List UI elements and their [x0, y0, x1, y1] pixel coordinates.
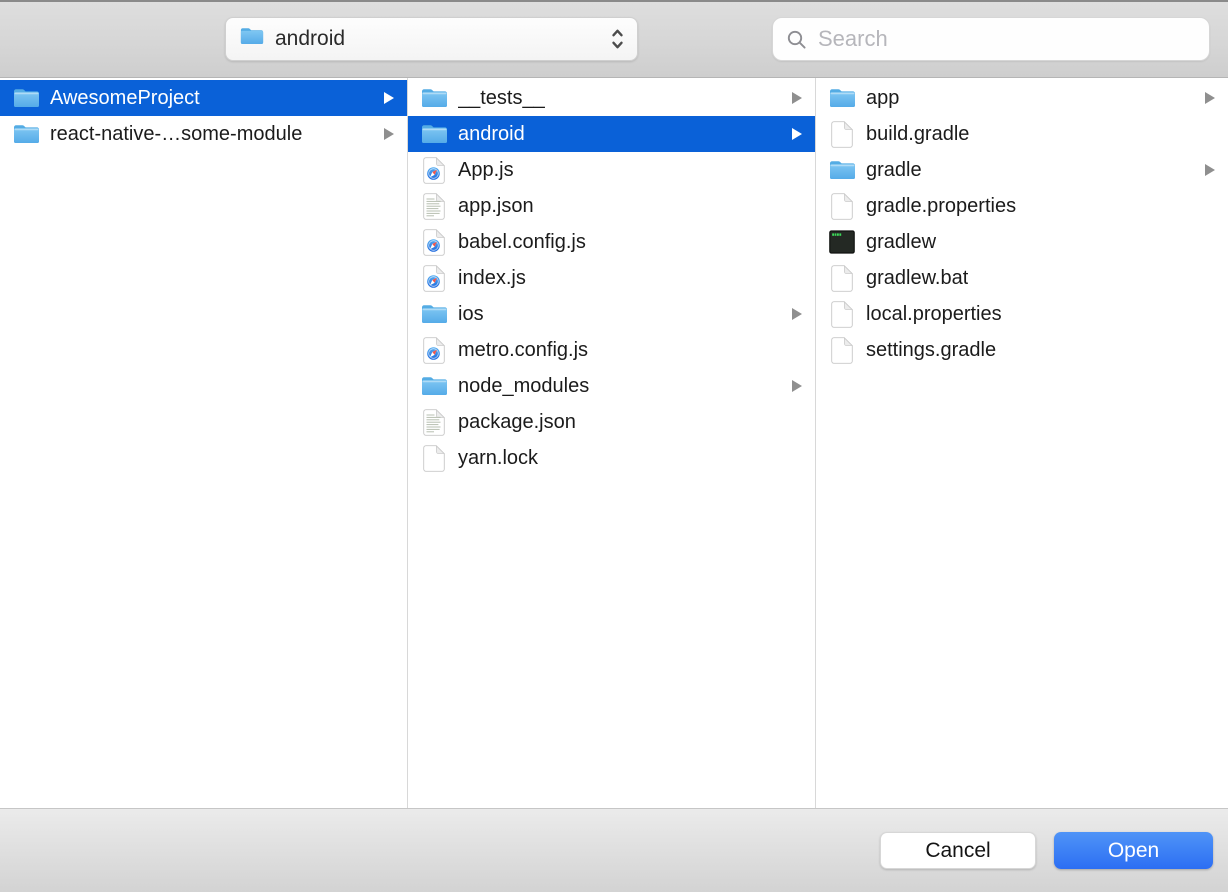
- dialog-toolbar: android: [0, 0, 1228, 78]
- disclosure-arrow-icon: [1205, 164, 1215, 176]
- file-label: react-native-…some-module: [50, 123, 302, 146]
- folder-icon: [420, 376, 448, 397]
- file-label: App.js: [458, 159, 514, 182]
- file-label: package.json: [458, 411, 576, 434]
- file-row-gradlew-bat[interactable]: gradlew.bat: [816, 260, 1228, 296]
- folder-icon: [240, 27, 264, 51]
- document-icon: [420, 445, 448, 472]
- file-label: metro.config.js: [458, 339, 588, 362]
- file-row-index-js[interactable]: index.js: [408, 260, 815, 296]
- file-row-tests[interactable]: __tests__: [408, 80, 815, 116]
- disclosure-arrow-icon: [792, 128, 802, 140]
- json-file-icon: [420, 409, 448, 436]
- file-row-react-native-some-module[interactable]: react-native-…some-module: [0, 116, 407, 152]
- folder-icon: [420, 124, 448, 145]
- disclosure-arrow-icon: [1205, 92, 1215, 104]
- file-label: yarn.lock: [458, 447, 538, 470]
- disclosure-arrow-icon: [792, 308, 802, 320]
- folder-icon: [828, 88, 856, 109]
- js-file-icon: [420, 157, 448, 184]
- disclosure-arrow-icon: [384, 92, 394, 104]
- chevron-up-down-icon: [610, 27, 625, 51]
- file-row-app[interactable]: app: [816, 80, 1228, 116]
- file-label: node_modules: [458, 375, 589, 398]
- disclosure-arrow-icon: [792, 380, 802, 392]
- file-label: __tests__: [458, 87, 545, 110]
- folder-icon: [420, 88, 448, 109]
- file-label: index.js: [458, 267, 526, 290]
- file-row-gradle[interactable]: gradle: [816, 152, 1228, 188]
- location-dropdown[interactable]: android: [225, 17, 638, 61]
- file-label: AwesomeProject: [50, 87, 200, 110]
- document-icon: [828, 193, 856, 220]
- file-row-gradlew[interactable]: gradlew: [816, 224, 1228, 260]
- file-label: app.json: [458, 195, 534, 218]
- dialog-footer: Cancel Open: [0, 808, 1228, 892]
- disclosure-arrow-icon: [792, 92, 802, 104]
- file-row-node-modules[interactable]: node_modules: [408, 368, 815, 404]
- file-label: gradlew.bat: [866, 267, 968, 290]
- file-label: gradle: [866, 159, 922, 182]
- document-icon: [828, 301, 856, 328]
- disclosure-arrow-icon: [384, 128, 394, 140]
- folder-icon: [12, 124, 40, 145]
- browser-column-2[interactable]: __tests__ android App.js app.json babel.…: [408, 78, 816, 808]
- file-row-metro-config-js[interactable]: metro.config.js: [408, 332, 815, 368]
- file-row-yarn-lock[interactable]: yarn.lock: [408, 440, 815, 476]
- document-icon: [828, 121, 856, 148]
- search-icon: [786, 29, 807, 50]
- file-row-app-json[interactable]: app.json: [408, 188, 815, 224]
- folder-icon: [828, 160, 856, 181]
- executable-icon: [828, 230, 856, 254]
- file-row-local-properties[interactable]: local.properties: [816, 296, 1228, 332]
- json-file-icon: [420, 193, 448, 220]
- file-label: ios: [458, 303, 484, 326]
- folder-icon: [420, 304, 448, 325]
- file-row-package-json[interactable]: package.json: [408, 404, 815, 440]
- file-label: android: [458, 123, 525, 146]
- file-row-settings-gradle[interactable]: settings.gradle: [816, 332, 1228, 368]
- file-row-gradle-properties[interactable]: gradle.properties: [816, 188, 1228, 224]
- folder-icon: [12, 88, 40, 109]
- file-row-build-gradle[interactable]: build.gradle: [816, 116, 1228, 152]
- search-input[interactable]: [816, 25, 1199, 53]
- file-label: settings.gradle: [866, 339, 996, 362]
- file-label: build.gradle: [866, 123, 969, 146]
- js-file-icon: [420, 337, 448, 364]
- file-label: local.properties: [866, 303, 1002, 326]
- browser-column-3[interactable]: app build.gradle gradle gradle.propertie…: [816, 78, 1228, 808]
- document-icon: [828, 265, 856, 292]
- file-row-ios[interactable]: ios: [408, 296, 815, 332]
- file-row-app-js[interactable]: App.js: [408, 152, 815, 188]
- document-icon: [828, 337, 856, 364]
- file-browser-columns: AwesomeProject react-native-…some-module…: [0, 78, 1228, 808]
- browser-column-1[interactable]: AwesomeProject react-native-…some-module: [0, 78, 408, 808]
- file-row-babel-config-js[interactable]: babel.config.js: [408, 224, 815, 260]
- js-file-icon: [420, 229, 448, 256]
- file-label: babel.config.js: [458, 231, 586, 254]
- open-file-dialog: android AwesomeProject react-na: [0, 0, 1228, 892]
- file-label: gradle.properties: [866, 195, 1016, 218]
- cancel-button[interactable]: Cancel: [880, 832, 1036, 869]
- js-file-icon: [420, 265, 448, 292]
- file-row-android[interactable]: android: [408, 116, 815, 152]
- location-value: android: [275, 27, 345, 51]
- open-button[interactable]: Open: [1054, 832, 1213, 869]
- file-label: gradlew: [866, 231, 936, 254]
- search-field: [772, 17, 1210, 61]
- file-row-awesomeproject[interactable]: AwesomeProject: [0, 80, 407, 116]
- file-label: app: [866, 87, 899, 110]
